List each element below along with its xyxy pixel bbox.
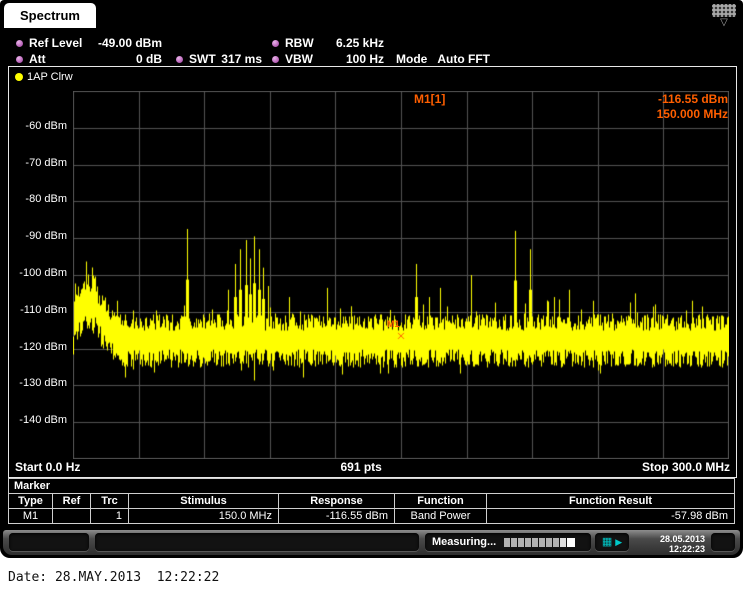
trace-legend-label: 1AP Clrw	[27, 71, 73, 83]
grid-status-icon: ▦	[602, 537, 612, 548]
rbw-label: RBW	[285, 36, 314, 50]
marker-stimulus-cell: 150.0 MHz	[129, 509, 279, 524]
marker-readout-name: M1[1]	[414, 92, 445, 106]
marker-table-header-row: Type Ref Trc Stimulus Response Function …	[9, 494, 735, 509]
y-axis-tick-label: -80 dBm	[11, 193, 67, 205]
swt-label: SWT	[189, 52, 216, 66]
col-header-ref: Ref	[53, 494, 91, 509]
status-date: 28.05.2013	[635, 535, 705, 544]
vbw-setting[interactable]: VBW 100 Hz	[272, 52, 384, 66]
setting-bullet-icon	[272, 56, 279, 63]
x-axis-stop-label: Stop 300.0 MHz	[642, 460, 730, 474]
scroll-down-icon[interactable]: ▽	[711, 18, 737, 28]
marker-ref-cell	[53, 509, 91, 524]
instrument-screen: Spectrum ▽ Ref Level -49.00 dBm RBW 6.25…	[0, 0, 743, 558]
status-time: 12:22:23	[635, 545, 705, 554]
mode-value: Auto FFT	[437, 52, 490, 66]
screen-corner-controls[interactable]: ▽	[711, 4, 737, 28]
ref-level-label: Ref Level	[29, 36, 82, 50]
swt-setting[interactable]: SWT 317 ms	[176, 52, 262, 66]
swt-value: 317 ms	[221, 52, 262, 66]
mode-setting[interactable]: Mode Auto FFT	[396, 52, 490, 66]
measuring-label: Measuring...	[432, 536, 496, 548]
col-header-function-result: Function Result	[487, 494, 735, 509]
marker-type-cell: M1	[9, 509, 53, 524]
trace-legend[interactable]: 1AP Clrw	[15, 71, 73, 83]
run-status-icon: ▶	[615, 538, 622, 547]
marker-point-label[interactable]: M1	[387, 319, 400, 329]
col-header-type: Type	[9, 494, 53, 509]
att-label: Att	[29, 52, 46, 66]
y-axis-tick-label: -60 dBm	[11, 120, 67, 132]
marker-table: Type Ref Trc Stimulus Response Function …	[8, 493, 735, 524]
measuring-indicator: Measuring...	[425, 533, 591, 551]
status-bar: Measuring... ▦ ▶ 28.05.2013 12:22:23	[3, 530, 740, 555]
setting-bullet-icon	[16, 40, 23, 47]
x-axis-labels: Start 0.0 Hz 691 pts Stop 300.0 MHz	[9, 460, 736, 474]
col-header-stimulus: Stimulus	[129, 494, 279, 509]
setting-bullet-icon	[16, 56, 23, 63]
att-value: 0 dB	[136, 52, 162, 66]
marker-readout-level: -116.55 dBm	[658, 92, 728, 106]
y-axis-tick-label: -140 dBm	[11, 414, 67, 426]
trace-color-icon	[15, 73, 23, 81]
ref-level-value: -49.00 dBm	[98, 36, 162, 50]
progress-bar	[504, 538, 575, 547]
x-axis-start-label: Start 0.0 Hz	[15, 460, 80, 474]
marker-function-result-cell: -57.98 dBm	[487, 509, 735, 524]
att-setting[interactable]: Att 0 dB	[16, 52, 162, 66]
spectrum-diagram: 1AP Clrw -60 dBm -70 dBm -80 dBm -90 dBm…	[8, 66, 737, 478]
setting-bullet-icon	[176, 56, 183, 63]
y-axis-tick-label: -120 dBm	[11, 341, 67, 353]
status-arrow-button[interactable]	[711, 533, 735, 551]
status-slot-left[interactable]	[9, 533, 89, 551]
col-header-response: Response	[279, 494, 395, 509]
spectrum-canvas[interactable]	[73, 91, 729, 459]
rbw-value: 6.25 kHz	[336, 36, 384, 50]
mode-label: Mode	[396, 52, 427, 66]
y-axis-tick-label: -130 dBm	[11, 377, 67, 389]
marker-table-row[interactable]: M1 1 150.0 MHz -116.55 dBm Band Power -5…	[9, 509, 735, 524]
marker-table-section: Marker Type Ref Trc Stimulus Response Fu…	[8, 478, 735, 524]
y-axis-tick-label: -70 dBm	[11, 157, 67, 169]
marker-readout-frequency: 150.000 MHz	[657, 107, 728, 121]
marker-trc-cell: 1	[91, 509, 129, 524]
col-header-trc: Trc	[91, 494, 129, 509]
status-datetime: 28.05.2013 12:22:23	[635, 533, 705, 551]
marker-function-cell: Band Power	[395, 509, 487, 524]
y-axis-tick-label: -100 dBm	[11, 267, 67, 279]
hardcopy-date-line: Date: 28.MAY.2013 12:22:22	[8, 570, 219, 585]
col-header-function: Function	[395, 494, 487, 509]
status-message-area[interactable]	[95, 533, 419, 551]
marker-table-title: Marker	[8, 478, 735, 493]
keyboard-icon[interactable]	[712, 4, 736, 17]
x-axis-points-label: 691 pts	[340, 460, 381, 474]
status-indicator-icons: ▦ ▶	[595, 533, 629, 551]
ref-level-setting[interactable]: Ref Level -49.00 dBm	[16, 36, 162, 50]
vbw-value: 100 Hz	[346, 52, 384, 66]
vbw-label: VBW	[285, 52, 313, 66]
y-axis-tick-label: -110 dBm	[11, 304, 67, 316]
setting-bullet-icon	[272, 40, 279, 47]
rbw-setting[interactable]: RBW 6.25 kHz	[272, 36, 384, 50]
hardcopy-page: Spectrum ▽ Ref Level -49.00 dBm RBW 6.25…	[0, 0, 743, 600]
y-axis-tick-label: -90 dBm	[11, 230, 67, 242]
marker-response-cell: -116.55 dBm	[279, 509, 395, 524]
tab-spectrum[interactable]: Spectrum	[4, 3, 96, 28]
